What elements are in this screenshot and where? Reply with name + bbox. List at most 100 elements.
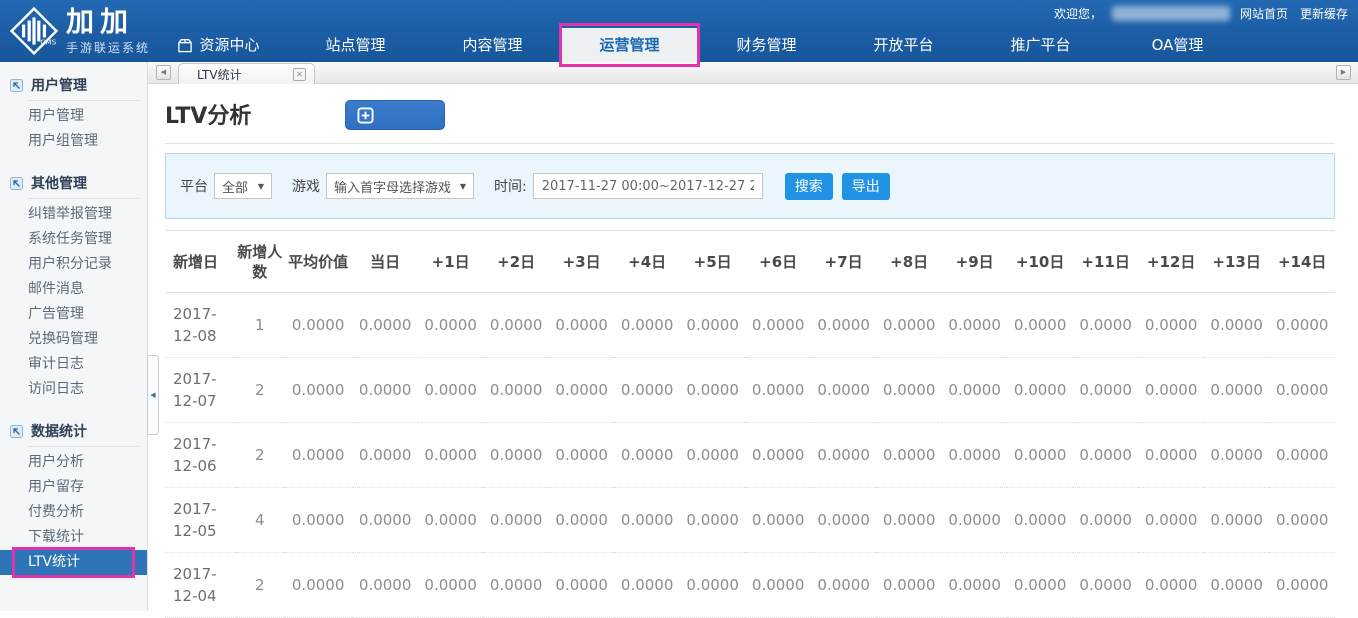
sidebar-item-mail-messages[interactable]: 邮件消息 — [0, 277, 147, 302]
table-cell: 0.0000 — [745, 358, 811, 423]
annotation-box — [12, 547, 135, 578]
link-site-home[interactable]: 网站首页 — [1240, 5, 1288, 22]
brand-logo[interactable]: CMS 加加 手游联运系统 — [10, 5, 150, 57]
table-cell: 0.0000 — [614, 293, 680, 358]
sidebar-item-system-task-management[interactable]: 系统任务管理 — [0, 227, 147, 252]
nav-item-oa-management[interactable]: OA管理 — [1109, 28, 1246, 62]
main-nav: 资源中心站点管理 内容管理 运营管理 财务管理 开放平台 推广平台 OA管理 — [150, 28, 1246, 62]
table-cell: 0.0000 — [811, 553, 877, 618]
table-cell: 0.0000 — [811, 423, 877, 488]
table-cell: 0.0000 — [1269, 358, 1335, 423]
table-header-cell: +1日 — [418, 231, 484, 293]
table-cell: 0.0000 — [811, 293, 877, 358]
nav-item-label: 推广平台 — [1010, 28, 1070, 62]
sidebar-divider — [28, 198, 139, 199]
table-cell: 0.0000 — [745, 488, 811, 553]
sidebar-section-header-other-management-section[interactable]: 其他管理 — [0, 168, 147, 196]
welcome-bar: 欢迎您， 网站首页更新缓存 — [1054, 5, 1348, 22]
sidebar-section-header-user-management-section[interactable]: 用户管理 — [0, 70, 147, 98]
table-cell: 0.0000 — [680, 423, 746, 488]
time-range-input[interactable] — [533, 173, 763, 199]
nav-item-label: 内容管理 — [462, 28, 522, 62]
table-cell: 0.0000 — [942, 358, 1008, 423]
table-header-cell: +11日 — [1073, 231, 1139, 293]
tab-scroll-right-button[interactable]: ▶ — [1336, 65, 1351, 80]
table-cell: 0.0000 — [876, 488, 942, 553]
link-refresh-cache[interactable]: 更新缓存 — [1300, 5, 1348, 22]
sidebar-item-download-stats[interactable]: 下载统计 — [0, 525, 147, 550]
table-cell: 0.0000 — [1073, 488, 1139, 553]
sidebar-section-header-data-stats-section[interactable]: 数据统计 — [0, 416, 147, 444]
nav-item-content-management[interactable]: 内容管理 — [424, 28, 561, 62]
filter-bar: 平台 全部 ▼ 游戏 输入首字母选择游戏 ▼ 时间: 搜索 导出 — [165, 153, 1335, 219]
nav-item-site-management[interactable]: 站点管理 — [287, 28, 424, 62]
table-cell: 0.0000 — [418, 488, 484, 553]
nav-item-label: 财务管理 — [736, 28, 796, 62]
table-cell: 0.0000 — [811, 358, 877, 423]
table-row: 2017-12-0720.00000.00000.00000.00000.000… — [165, 358, 1335, 423]
table-cell: 0.0000 — [1138, 358, 1204, 423]
table-cell: 0.0000 — [1138, 423, 1204, 488]
table-cell: 0.0000 — [483, 488, 549, 553]
table-cell: 0.0000 — [352, 293, 418, 358]
sidebar-item-error-report-management[interactable]: 纠错举报管理 — [0, 202, 147, 227]
sidebar-item-redeem-code-management[interactable]: 兑换码管理 — [0, 327, 147, 352]
table-cell: 0.0000 — [1073, 553, 1139, 618]
table-cell: 0.0000 — [418, 553, 484, 618]
table-cell: 0.0000 — [745, 293, 811, 358]
table-cell: 0.0000 — [284, 358, 353, 423]
sidebar-section-title: 数据统计 — [31, 421, 87, 441]
table-cell: 0.0000 — [418, 358, 484, 423]
section-collapse-icon — [10, 79, 23, 92]
tab-scroll-left-button[interactable]: ◀ — [156, 65, 171, 80]
sidebar-item-user-points-log[interactable]: 用户积分记录 — [0, 252, 147, 277]
brand-subtitle: 手游联运系统 — [66, 39, 150, 56]
collapse-arrow-icon: ◀ — [150, 391, 155, 399]
table-header-cell: +7日 — [811, 231, 877, 293]
sidebar-item-access-log[interactable]: 访问日志 — [0, 377, 147, 402]
tab-ltv-stats[interactable]: LTV统计✕ — [178, 63, 315, 84]
table-header-cell: +6日 — [745, 231, 811, 293]
sidebar-item-user-analysis[interactable]: 用户分析 — [0, 450, 147, 475]
sidebar-collapse-handle[interactable]: ◀ — [147, 355, 159, 435]
table-row: 2017-12-0540.00000.00000.00000.00000.000… — [165, 488, 1335, 553]
search-button[interactable]: 搜索 — [785, 173, 833, 200]
table-body: 2017-12-0810.00000.00000.00000.00000.000… — [165, 293, 1335, 618]
table-cell: 0.0000 — [680, 553, 746, 618]
nav-item-finance-management[interactable]: 财务管理 — [698, 28, 835, 62]
sidebar-item-user-retention[interactable]: 用户留存 — [0, 475, 147, 500]
table-cell: 0.0000 — [1007, 358, 1073, 423]
sidebar-item-user-group-management[interactable]: 用户组管理 — [0, 129, 147, 154]
table-cell: 0.0000 — [1269, 423, 1335, 488]
sidebar-item-audit-log[interactable]: 审计日志 — [0, 352, 147, 377]
sidebar-item-ad-management[interactable]: 广告管理 — [0, 302, 147, 327]
platform-select[interactable]: 全部 ▼ — [214, 173, 272, 199]
nav-item-promotion-platform[interactable]: 推广平台 — [972, 28, 1109, 62]
table-cell: 0.0000 — [352, 423, 418, 488]
close-icon[interactable]: ✕ — [293, 68, 306, 81]
table-cell: 0.0000 — [1007, 553, 1073, 618]
welcome-links: 网站首页更新缓存 — [1240, 5, 1348, 22]
add-button[interactable] — [345, 100, 445, 130]
export-button[interactable]: 导出 — [842, 173, 890, 200]
username-blurred — [1112, 6, 1230, 21]
table-cell-date: 2017-12-07 — [165, 358, 236, 423]
table-cell: 0.0000 — [942, 553, 1008, 618]
table-header-cell: +10日 — [1007, 231, 1073, 293]
nav-item-resource-center[interactable]: 资源中心 — [150, 28, 287, 62]
table-cell: 0.0000 — [549, 553, 615, 618]
nav-item-label: 开放平台 — [873, 28, 933, 62]
table-cell-count: 2 — [236, 423, 284, 488]
table-cell-date: 2017-12-06 — [165, 423, 236, 488]
table-cell: 0.0000 — [942, 293, 1008, 358]
nav-item-operations-management[interactable]: 运营管理 — [561, 28, 698, 62]
table-cell-count: 2 — [236, 358, 284, 423]
time-label: 时间: — [494, 176, 527, 196]
sidebar-item-user-management[interactable]: 用户管理 — [0, 104, 147, 129]
sidebar-item-payment-analysis[interactable]: 付费分析 — [0, 500, 147, 525]
nav-item-open-platform[interactable]: 开放平台 — [835, 28, 972, 62]
game-select[interactable]: 输入首字母选择游戏 ▼ — [326, 173, 474, 199]
other-management-section: 其他管理纠错举报管理系统任务管理用户积分记录邮件消息广告管理兑换码管理审计日志访… — [0, 168, 147, 402]
sidebar-item-ltv-stats[interactable]: LTV统计 — [0, 550, 147, 575]
table-cell: 0.0000 — [614, 553, 680, 618]
